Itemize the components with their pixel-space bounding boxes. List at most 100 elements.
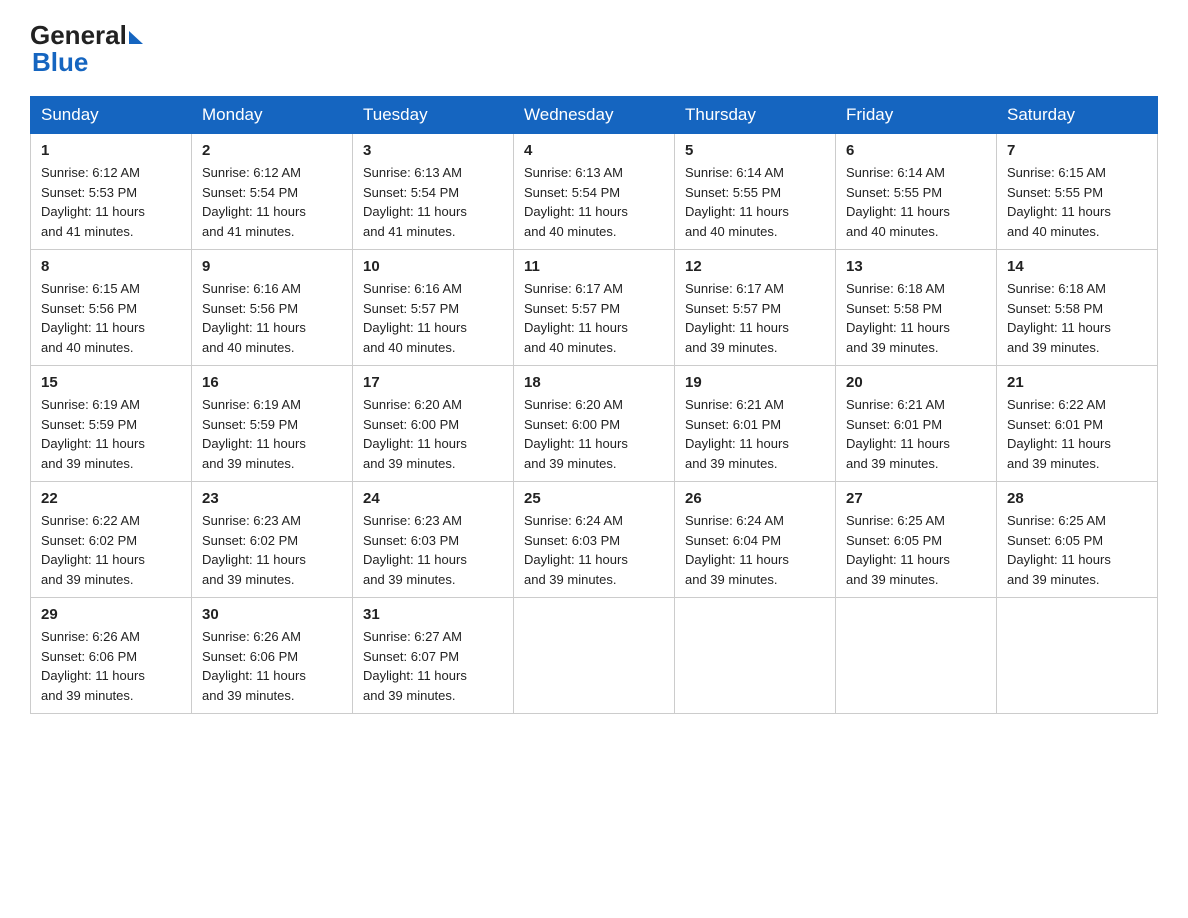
day-info: Sunrise: 6:16 AM Sunset: 5:56 PM Dayligh…: [202, 279, 342, 357]
day-number: 21: [1007, 374, 1147, 391]
calendar-cell: 20 Sunrise: 6:21 AM Sunset: 6:01 PM Dayl…: [836, 366, 997, 482]
day-number: 2: [202, 142, 342, 159]
calendar-cell: 4 Sunrise: 6:13 AM Sunset: 5:54 PM Dayli…: [514, 134, 675, 250]
day-info: Sunrise: 6:26 AM Sunset: 6:06 PM Dayligh…: [41, 627, 181, 705]
calendar-cell: 15 Sunrise: 6:19 AM Sunset: 5:59 PM Dayl…: [31, 366, 192, 482]
day-info: Sunrise: 6:16 AM Sunset: 5:57 PM Dayligh…: [363, 279, 503, 357]
day-number: 24: [363, 490, 503, 507]
calendar-cell: 18 Sunrise: 6:20 AM Sunset: 6:00 PM Dayl…: [514, 366, 675, 482]
day-info: Sunrise: 6:25 AM Sunset: 6:05 PM Dayligh…: [1007, 511, 1147, 589]
day-number: 31: [363, 606, 503, 623]
logo: General Blue: [30, 20, 143, 78]
calendar-cell: 11 Sunrise: 6:17 AM Sunset: 5:57 PM Dayl…: [514, 250, 675, 366]
day-number: 28: [1007, 490, 1147, 507]
calendar-cell: [836, 598, 997, 714]
calendar-cell: [514, 598, 675, 714]
day-number: 5: [685, 142, 825, 159]
week-row-4: 22 Sunrise: 6:22 AM Sunset: 6:02 PM Dayl…: [31, 482, 1158, 598]
calendar-cell: 16 Sunrise: 6:19 AM Sunset: 5:59 PM Dayl…: [192, 366, 353, 482]
day-info: Sunrise: 6:23 AM Sunset: 6:02 PM Dayligh…: [202, 511, 342, 589]
day-info: Sunrise: 6:13 AM Sunset: 5:54 PM Dayligh…: [524, 163, 664, 241]
day-info: Sunrise: 6:19 AM Sunset: 5:59 PM Dayligh…: [202, 395, 342, 473]
day-number: 6: [846, 142, 986, 159]
calendar-cell: 28 Sunrise: 6:25 AM Sunset: 6:05 PM Dayl…: [997, 482, 1158, 598]
calendar-cell: 24 Sunrise: 6:23 AM Sunset: 6:03 PM Dayl…: [353, 482, 514, 598]
day-number: 4: [524, 142, 664, 159]
calendar-cell: 10 Sunrise: 6:16 AM Sunset: 5:57 PM Dayl…: [353, 250, 514, 366]
days-header-row: SundayMondayTuesdayWednesdayThursdayFrid…: [31, 97, 1158, 134]
day-header-saturday: Saturday: [997, 97, 1158, 134]
calendar-cell: [675, 598, 836, 714]
calendar-cell: 19 Sunrise: 6:21 AM Sunset: 6:01 PM Dayl…: [675, 366, 836, 482]
day-number: 26: [685, 490, 825, 507]
day-info: Sunrise: 6:22 AM Sunset: 6:02 PM Dayligh…: [41, 511, 181, 589]
day-number: 30: [202, 606, 342, 623]
calendar-cell: 25 Sunrise: 6:24 AM Sunset: 6:03 PM Dayl…: [514, 482, 675, 598]
day-info: Sunrise: 6:22 AM Sunset: 6:01 PM Dayligh…: [1007, 395, 1147, 473]
day-header-tuesday: Tuesday: [353, 97, 514, 134]
day-number: 19: [685, 374, 825, 391]
day-number: 7: [1007, 142, 1147, 159]
day-number: 13: [846, 258, 986, 275]
day-info: Sunrise: 6:25 AM Sunset: 6:05 PM Dayligh…: [846, 511, 986, 589]
day-number: 8: [41, 258, 181, 275]
calendar-cell: 31 Sunrise: 6:27 AM Sunset: 6:07 PM Dayl…: [353, 598, 514, 714]
day-info: Sunrise: 6:12 AM Sunset: 5:53 PM Dayligh…: [41, 163, 181, 241]
calendar-cell: 23 Sunrise: 6:23 AM Sunset: 6:02 PM Dayl…: [192, 482, 353, 598]
day-info: Sunrise: 6:27 AM Sunset: 6:07 PM Dayligh…: [363, 627, 503, 705]
calendar-cell: 26 Sunrise: 6:24 AM Sunset: 6:04 PM Dayl…: [675, 482, 836, 598]
day-info: Sunrise: 6:14 AM Sunset: 5:55 PM Dayligh…: [685, 163, 825, 241]
day-number: 15: [41, 374, 181, 391]
day-info: Sunrise: 6:21 AM Sunset: 6:01 PM Dayligh…: [846, 395, 986, 473]
calendar-cell: 6 Sunrise: 6:14 AM Sunset: 5:55 PM Dayli…: [836, 134, 997, 250]
day-header-monday: Monday: [192, 97, 353, 134]
day-info: Sunrise: 6:19 AM Sunset: 5:59 PM Dayligh…: [41, 395, 181, 473]
calendar-cell: 2 Sunrise: 6:12 AM Sunset: 5:54 PM Dayli…: [192, 134, 353, 250]
calendar-cell: 13 Sunrise: 6:18 AM Sunset: 5:58 PM Dayl…: [836, 250, 997, 366]
day-info: Sunrise: 6:15 AM Sunset: 5:56 PM Dayligh…: [41, 279, 181, 357]
day-info: Sunrise: 6:15 AM Sunset: 5:55 PM Dayligh…: [1007, 163, 1147, 241]
day-number: 22: [41, 490, 181, 507]
day-number: 20: [846, 374, 986, 391]
day-number: 25: [524, 490, 664, 507]
day-header-wednesday: Wednesday: [514, 97, 675, 134]
calendar-cell: 12 Sunrise: 6:17 AM Sunset: 5:57 PM Dayl…: [675, 250, 836, 366]
day-number: 16: [202, 374, 342, 391]
day-info: Sunrise: 6:18 AM Sunset: 5:58 PM Dayligh…: [1007, 279, 1147, 357]
week-row-5: 29 Sunrise: 6:26 AM Sunset: 6:06 PM Dayl…: [31, 598, 1158, 714]
day-header-friday: Friday: [836, 97, 997, 134]
day-info: Sunrise: 6:24 AM Sunset: 6:04 PM Dayligh…: [685, 511, 825, 589]
calendar-cell: 5 Sunrise: 6:14 AM Sunset: 5:55 PM Dayli…: [675, 134, 836, 250]
day-header-sunday: Sunday: [31, 97, 192, 134]
day-info: Sunrise: 6:26 AM Sunset: 6:06 PM Dayligh…: [202, 627, 342, 705]
day-info: Sunrise: 6:20 AM Sunset: 6:00 PM Dayligh…: [524, 395, 664, 473]
calendar-cell: 7 Sunrise: 6:15 AM Sunset: 5:55 PM Dayli…: [997, 134, 1158, 250]
day-number: 10: [363, 258, 503, 275]
day-number: 1: [41, 142, 181, 159]
calendar-cell: 30 Sunrise: 6:26 AM Sunset: 6:06 PM Dayl…: [192, 598, 353, 714]
logo-blue-text: Blue: [32, 47, 88, 78]
page-header: General Blue: [30, 20, 1158, 78]
day-info: Sunrise: 6:17 AM Sunset: 5:57 PM Dayligh…: [685, 279, 825, 357]
day-info: Sunrise: 6:12 AM Sunset: 5:54 PM Dayligh…: [202, 163, 342, 241]
day-number: 27: [846, 490, 986, 507]
calendar-cell: 22 Sunrise: 6:22 AM Sunset: 6:02 PM Dayl…: [31, 482, 192, 598]
day-number: 9: [202, 258, 342, 275]
day-number: 18: [524, 374, 664, 391]
calendar-cell: 8 Sunrise: 6:15 AM Sunset: 5:56 PM Dayli…: [31, 250, 192, 366]
day-info: Sunrise: 6:13 AM Sunset: 5:54 PM Dayligh…: [363, 163, 503, 241]
day-info: Sunrise: 6:24 AM Sunset: 6:03 PM Dayligh…: [524, 511, 664, 589]
day-header-thursday: Thursday: [675, 97, 836, 134]
day-info: Sunrise: 6:20 AM Sunset: 6:00 PM Dayligh…: [363, 395, 503, 473]
day-number: 3: [363, 142, 503, 159]
day-info: Sunrise: 6:14 AM Sunset: 5:55 PM Dayligh…: [846, 163, 986, 241]
calendar-cell: 17 Sunrise: 6:20 AM Sunset: 6:00 PM Dayl…: [353, 366, 514, 482]
calendar-cell: 3 Sunrise: 6:13 AM Sunset: 5:54 PM Dayli…: [353, 134, 514, 250]
calendar-cell: 27 Sunrise: 6:25 AM Sunset: 6:05 PM Dayl…: [836, 482, 997, 598]
day-info: Sunrise: 6:18 AM Sunset: 5:58 PM Dayligh…: [846, 279, 986, 357]
calendar-cell: [997, 598, 1158, 714]
week-row-1: 1 Sunrise: 6:12 AM Sunset: 5:53 PM Dayli…: [31, 134, 1158, 250]
day-info: Sunrise: 6:17 AM Sunset: 5:57 PM Dayligh…: [524, 279, 664, 357]
day-number: 23: [202, 490, 342, 507]
day-number: 12: [685, 258, 825, 275]
